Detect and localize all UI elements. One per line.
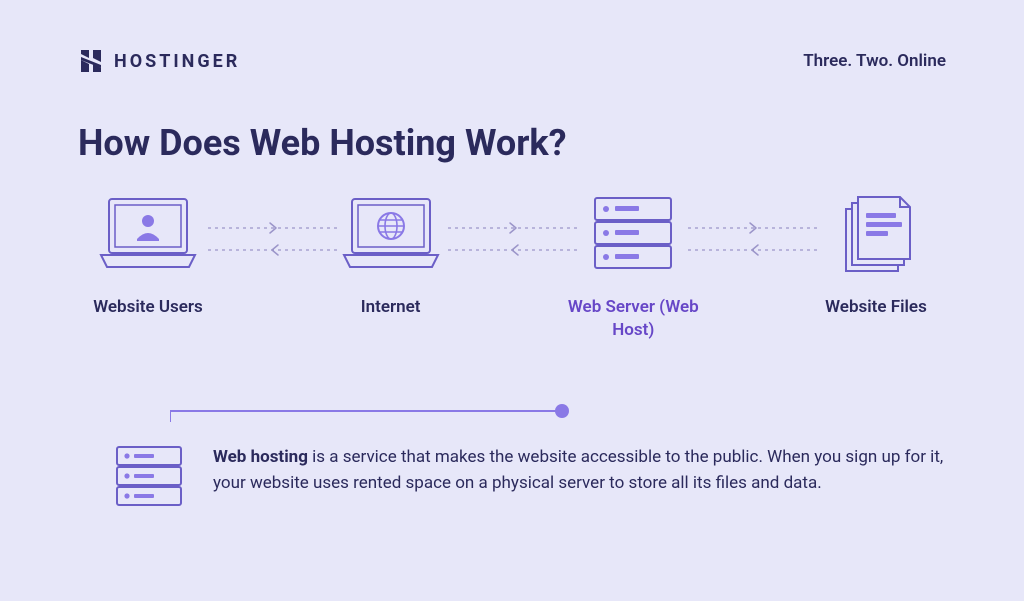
laptop-user-icon (93, 190, 203, 278)
server-stack-icon (113, 444, 185, 510)
tagline: Three. Two. Online (803, 51, 946, 71)
node-website-files: Website Files (806, 190, 946, 319)
description-bold: Web hosting (213, 447, 308, 467)
description-rest: is a service that makes the website acce… (213, 447, 943, 493)
laptop-globe-icon (336, 190, 446, 278)
header: HOSTINGER Three. Two. Online (78, 48, 946, 74)
brand-name: HOSTINGER (114, 51, 240, 72)
node-web-server: Web Server (Web Host) (563, 190, 703, 342)
node-label: Internet (361, 296, 421, 319)
description-row: Web hosting is a service that makes the … (113, 444, 964, 510)
page-title: How Does Web Hosting Work? (78, 122, 567, 164)
divider-ornament (170, 400, 570, 422)
server-stack-icon (589, 190, 677, 278)
description-text: Web hosting is a service that makes the … (213, 444, 953, 497)
hostinger-logo-icon (78, 48, 104, 74)
flow-diagram: Website Users Internet (78, 190, 946, 342)
node-label: Website Files (825, 296, 927, 319)
files-stack-icon (836, 190, 916, 278)
node-internet: Internet (321, 190, 461, 319)
brand: HOSTINGER (78, 48, 240, 74)
node-label: Web Server (Web Host) (563, 296, 703, 342)
node-label: Website Users (93, 296, 203, 319)
node-website-users: Website Users (78, 190, 218, 319)
